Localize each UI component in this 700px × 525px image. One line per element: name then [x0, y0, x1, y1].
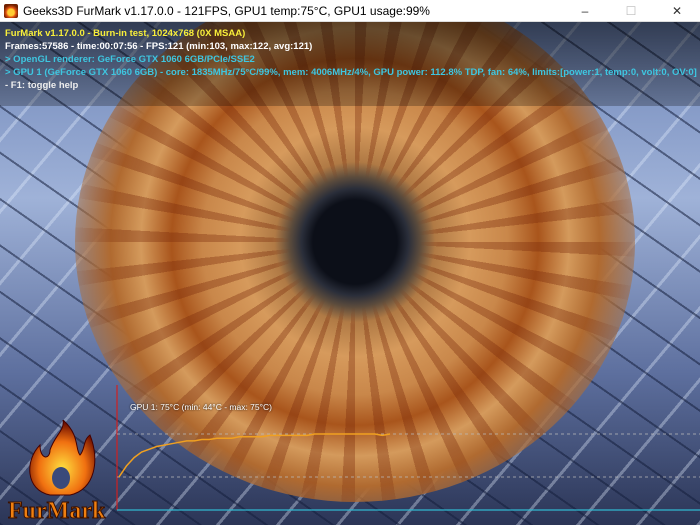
close-button[interactable]: ✕: [654, 0, 700, 22]
window-title: Geeks3D FurMark v1.17.0.0 - 121FPS, GPU1…: [23, 3, 430, 18]
title-bar: Geeks3D FurMark v1.17.0.0 - 121FPS, GPU1…: [0, 0, 700, 22]
maximize-button[interactable]: ☐: [608, 0, 654, 22]
furmark-app-icon: [4, 3, 18, 18]
furmark-logo: FurMark: [8, 420, 106, 525]
temperature-line: [118, 433, 391, 478]
svg-text:FurMark: FurMark: [8, 498, 106, 524]
graph-label: GPU 1: 75°C (min: 44°C - max: 75°C): [130, 402, 272, 412]
minimize-button[interactable]: –: [562, 0, 608, 22]
